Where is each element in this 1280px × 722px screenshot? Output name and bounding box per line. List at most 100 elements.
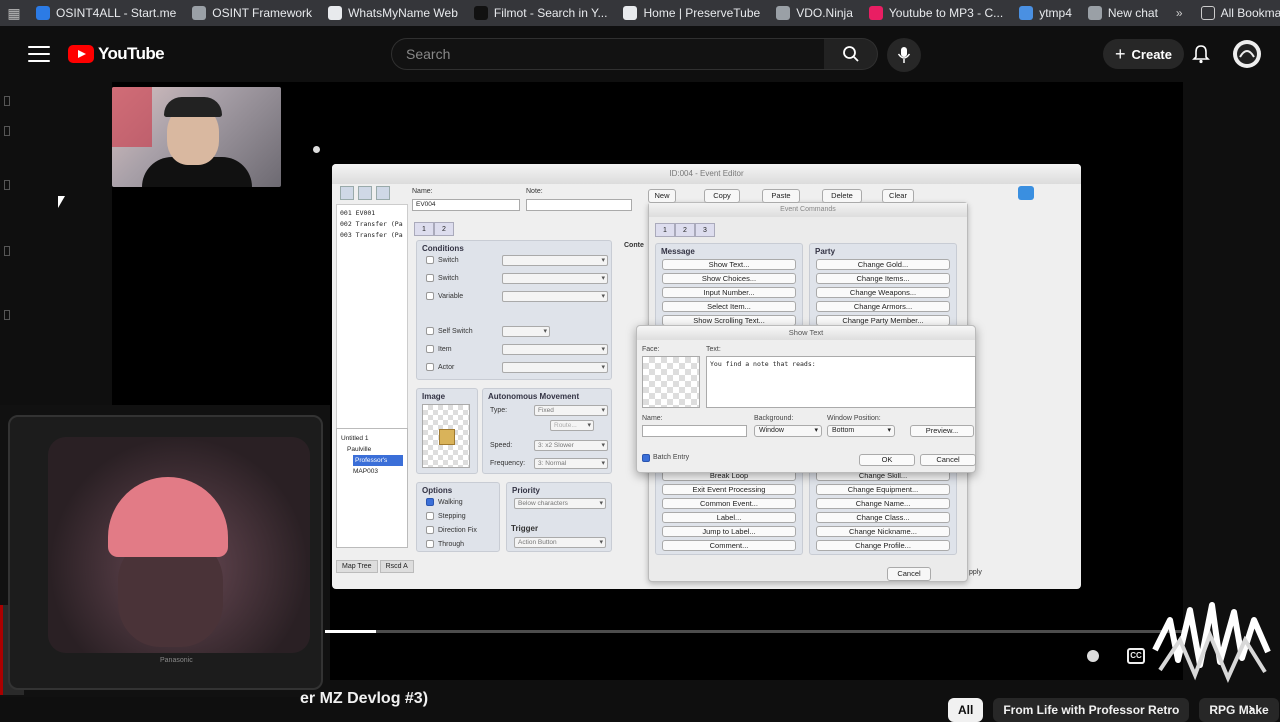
command-button[interactable]: Jump to Label... — [662, 526, 796, 537]
priority-select[interactable]: Below characters — [514, 498, 606, 509]
command-button[interactable]: Show Choices... — [662, 273, 796, 284]
menu-icon[interactable] — [28, 44, 50, 64]
all-bookmarks-button[interactable]: All Bookmarks — [1193, 0, 1280, 26]
option-checkbox[interactable] — [426, 540, 434, 548]
sidebar-icon[interactable] — [4, 310, 10, 320]
bookmark-item[interactable]: Home | PreserveTube — [615, 0, 768, 26]
new-file-icon[interactable] — [340, 186, 354, 200]
map-tab[interactable]: Rscd A — [379, 560, 414, 573]
command-button[interactable]: Change Items... — [816, 273, 950, 284]
bookmark-item[interactable]: VDO.Ninja — [768, 0, 861, 26]
captions-button[interactable]: CC — [1127, 648, 1145, 664]
condition-select[interactable] — [502, 291, 608, 302]
map-tree[interactable]: Untitled 1 Paulville Professor's MAP003 — [336, 428, 408, 548]
condition-checkbox[interactable] — [426, 274, 434, 282]
sidebar-icon[interactable] — [4, 246, 10, 256]
cancel-button[interactable]: Cancel — [920, 454, 976, 466]
command-button[interactable]: Input Number... — [662, 287, 796, 298]
command-button[interactable]: Select Item... — [662, 301, 796, 312]
editor-clear-button[interactable]: Clear — [882, 189, 914, 203]
bookmark-item[interactable]: ytmp4 — [1011, 0, 1080, 26]
more-bookmarks-button[interactable]: » — [1166, 0, 1193, 26]
event-image-preview[interactable] — [422, 404, 470, 468]
chip-0[interactable]: All — [948, 698, 984, 722]
condition-checkbox[interactable] — [426, 327, 434, 335]
notifications-bell-icon[interactable] — [1190, 43, 1212, 65]
condition-checkbox[interactable] — [426, 345, 434, 353]
movement-type-select[interactable]: Fixed — [534, 405, 608, 416]
face-picker[interactable] — [642, 356, 700, 408]
command-button[interactable]: Change Equipment... — [816, 484, 950, 495]
command-button[interactable]: Exit Event Processing — [662, 484, 796, 495]
map-tree-item[interactable]: Untitled 1 — [341, 433, 403, 444]
bookmark-item[interactable]: WhatsMyName Web — [320, 0, 466, 26]
page-tab[interactable]: 2 — [434, 222, 454, 236]
page-tab[interactable]: 1 — [414, 222, 434, 236]
note-input[interactable] — [526, 199, 632, 211]
command-button[interactable]: Label... — [662, 512, 796, 523]
map-tree-item[interactable]: MAP003 — [353, 466, 403, 477]
condition-checkbox[interactable] — [426, 363, 434, 371]
bookmark-item[interactable]: OSINT4ALL - Start.me — [28, 0, 184, 26]
sidebar-icon[interactable] — [4, 180, 10, 190]
bookmark-item[interactable]: OSINT Framework — [184, 0, 320, 26]
ok-button[interactable]: OK — [859, 454, 915, 466]
speed-select[interactable]: 3: x2 Slower — [534, 440, 608, 451]
window-position-select[interactable]: Bottom — [827, 425, 895, 437]
commands-cancel-button[interactable]: Cancel — [887, 567, 931, 581]
voice-search-button[interactable] — [887, 38, 921, 72]
bookmark-item[interactable]: Youtube to MP3 - C... — [861, 0, 1011, 26]
command-button[interactable]: Change Name... — [816, 498, 950, 509]
command-button[interactable]: Change Class... — [816, 512, 950, 523]
playtest-button[interactable] — [1018, 186, 1034, 200]
chip-1[interactable]: From Life with Professor Retro — [993, 698, 1190, 722]
event-name-input[interactable]: EV004 — [412, 199, 520, 211]
create-button[interactable]: + Create — [1103, 39, 1184, 69]
youtube-logo[interactable]: YouTube — [68, 44, 165, 64]
event-list-item[interactable]: 001 EV001 — [340, 208, 404, 219]
route-button[interactable]: Route... — [550, 420, 594, 431]
command-button[interactable]: Change Weapons... — [816, 287, 950, 298]
command-button[interactable]: Change Profile... — [816, 540, 950, 551]
option-checkbox[interactable] — [426, 498, 434, 506]
speaker-name-input[interactable] — [642, 425, 747, 437]
batch-entry-checkbox[interactable] — [642, 454, 650, 462]
command-button[interactable]: Show Text... — [662, 259, 796, 270]
bookmark-item[interactable]: New chat — [1080, 0, 1166, 26]
option-checkbox[interactable] — [426, 526, 434, 534]
command-button[interactable]: Change Nickname... — [816, 526, 950, 537]
condition-select[interactable] — [502, 273, 608, 284]
condition-select[interactable] — [502, 344, 608, 355]
message-text-area[interactable]: You find a note that reads: — [706, 356, 976, 408]
search-input[interactable]: Search — [391, 38, 825, 70]
condition-select[interactable] — [502, 326, 550, 337]
editor-new-button[interactable]: New — [648, 189, 676, 203]
editor-delete-button[interactable]: Delete — [822, 189, 862, 203]
map-tree-item[interactable]: Paulville — [347, 444, 403, 455]
apply-button[interactable]: pply — [969, 569, 982, 576]
frequency-select[interactable]: 3: Normal — [534, 458, 608, 469]
trigger-select[interactable]: Action Button — [514, 537, 606, 548]
command-tab[interactable]: 2 — [675, 223, 695, 237]
editor-paste-button[interactable]: Paste — [762, 189, 800, 203]
condition-checkbox[interactable] — [426, 256, 434, 264]
autoplay-toggle-icon[interactable] — [1087, 650, 1099, 662]
video-progress-bar[interactable] — [325, 630, 1183, 633]
preview-button[interactable]: Preview... — [910, 425, 974, 437]
condition-select[interactable] — [502, 255, 608, 266]
save-icon[interactable] — [376, 186, 390, 200]
bookmark-item[interactable]: Filmot - Search in Y... — [466, 0, 616, 26]
command-button[interactable]: Comment... — [662, 540, 796, 551]
sidebar-icon[interactable] — [4, 126, 10, 136]
event-list-item[interactable]: 002 Transfer (Pa — [340, 219, 404, 230]
open-icon[interactable] — [358, 186, 372, 200]
command-tab[interactable]: 1 — [655, 223, 675, 237]
background-select[interactable]: Window — [754, 425, 822, 437]
event-list-item[interactable]: 003 Transfer (Pa — [340, 230, 404, 241]
command-button[interactable]: Common Event... — [662, 498, 796, 509]
apps-grid-icon[interactable]: ▦ — [0, 0, 28, 26]
editor-copy-button[interactable]: Copy — [704, 189, 740, 203]
command-button[interactable]: Change Gold... — [816, 259, 950, 270]
condition-select[interactable] — [502, 362, 608, 373]
sidebar-icon[interactable] — [4, 96, 10, 106]
